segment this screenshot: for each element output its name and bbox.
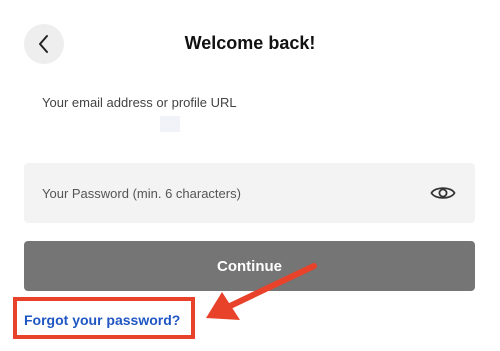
email-input[interactable]	[160, 116, 180, 132]
eye-icon	[430, 187, 456, 199]
continue-button[interactable]: Continue	[24, 241, 475, 291]
email-label: Your email address or profile URL	[42, 95, 237, 110]
password-input[interactable]	[42, 183, 412, 203]
password-field[interactable]	[24, 163, 475, 223]
forgot-password-link[interactable]: Forgot your password?	[24, 312, 180, 328]
page-title: Welcome back!	[184, 33, 316, 53]
show-password-toggle[interactable]	[429, 181, 457, 205]
